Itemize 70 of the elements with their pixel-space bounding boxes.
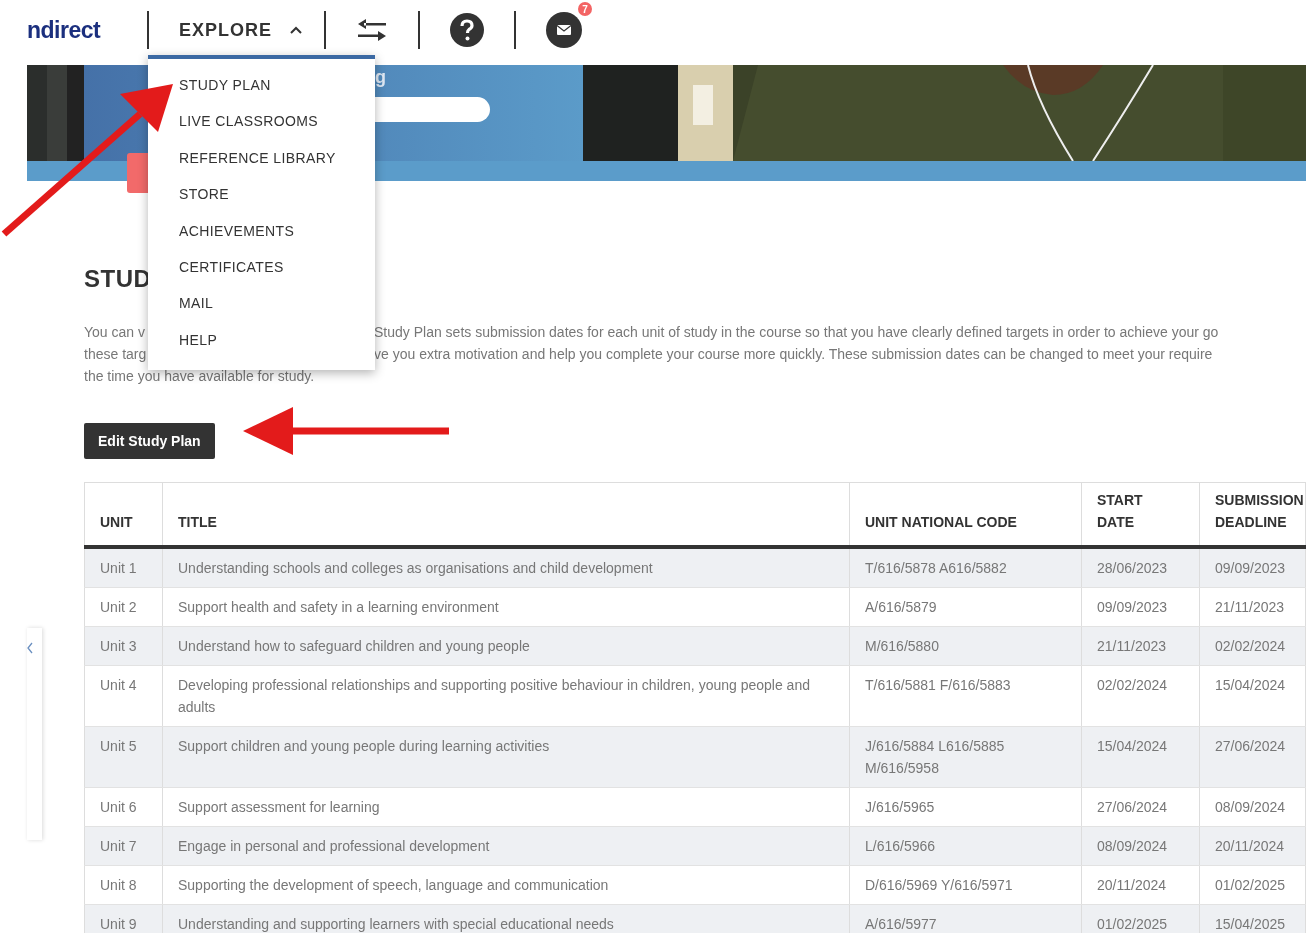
table-cell: Unit 8	[84, 865, 163, 905]
table-cell: Support health and safety in a learning environment	[162, 587, 850, 627]
table-cell: 02/02/2024	[1081, 665, 1200, 727]
table-cell: Unit 5	[84, 726, 163, 788]
caret-icon	[290, 26, 303, 34]
table-cell: Understanding and supporting learners with special educational needs	[162, 904, 850, 933]
edit-study-plan-button[interactable]: Edit Study Plan	[84, 423, 215, 459]
table-cell: D/616/5969 Y/616/5971	[849, 865, 1082, 905]
table-cell: 27/06/2024	[1081, 787, 1200, 827]
page-heading: STUD	[84, 265, 152, 294]
mail-icon[interactable]	[546, 12, 583, 48]
description-text: You can v	[84, 323, 145, 342]
menu-item[interactable]: LIVE CLASSROOMS	[179, 113, 319, 132]
table-cell: Unit 4	[84, 665, 163, 727]
table-cell: 21/11/2023	[1081, 626, 1200, 666]
table-cell: Understanding schools and colleges as organisations and child development	[162, 547, 850, 588]
menu-item[interactable]: STUDY PLAN	[179, 77, 271, 95]
menu-item[interactable]: REFERENCE LIBRARY	[179, 149, 336, 168]
menu-item[interactable]: HELP	[179, 331, 218, 350]
description-text: the time you have available for study.	[84, 367, 315, 386]
table-cell: T/616/5878 A616/5882	[849, 547, 1082, 588]
table-cell: Support assessment for learning	[162, 787, 850, 827]
table-cell: A/616/5977	[849, 904, 1082, 933]
table-cell: M/616/5880	[849, 626, 1082, 666]
help-icon[interactable]	[450, 13, 485, 47]
table-cell: 08/09/2024	[1081, 826, 1200, 866]
description-text: these targ	[84, 345, 147, 364]
table-cell: T/616/5881 F/616/5883	[849, 665, 1082, 727]
table-cell: Developing professional relationships and supporting positive behaviour in children, young people and adults	[162, 665, 850, 727]
table-cell: 21/11/2023	[1199, 587, 1306, 627]
table-cell: 28/06/2023	[1081, 547, 1200, 588]
table-cell: 20/11/2024	[1081, 865, 1200, 905]
table-cell: Support children and young people during learning activities	[162, 726, 850, 788]
table-cell: Unit 6	[84, 787, 163, 827]
table-cell: 09/09/2023	[1081, 587, 1200, 627]
table-cell: A/616/5879	[849, 587, 1082, 627]
table-cell: 15/04/2024	[1199, 665, 1306, 727]
table-cell: 15/04/2024	[1081, 726, 1200, 788]
table-cell: 27/06/2024	[1199, 726, 1306, 788]
tab-button[interactable]	[127, 153, 151, 193]
table-cell: L/616/5966	[849, 826, 1082, 866]
chevron-left-icon	[27, 642, 33, 654]
menu-item[interactable]: CERTIFICATES	[179, 258, 284, 277]
table-cell: Unit 3	[84, 626, 163, 666]
banner-heading: g	[375, 67, 386, 88]
switch-icon[interactable]	[356, 17, 389, 43]
table-cell: 09/09/2023	[1199, 547, 1306, 588]
table-cell: Unit 7	[84, 826, 163, 866]
menu-item[interactable]: ACHIEVEMENTS	[179, 222, 295, 241]
table-cell: Engage in personal and professional development	[162, 826, 850, 866]
table-cell: Unit 2	[84, 587, 163, 627]
table-cell: J/616/5884 L616/5885 M/616/5958	[849, 726, 1082, 788]
table-cell: Unit 9	[84, 904, 163, 933]
table-cell: Understand how to safeguard children and young people	[162, 626, 850, 666]
logo[interactable]: ndirect	[27, 16, 147, 44]
description-text: Study Plan sets submission dates for each unit of study in the course so that you have clearly defined targets in order to achieve your go	[374, 323, 1219, 342]
table-cell: J/616/5965	[849, 787, 1082, 827]
table-cell: 08/09/2024	[1199, 787, 1306, 827]
table-cell: 01/02/2025	[1199, 865, 1306, 905]
explore-menu-button[interactable]: EXPLORE	[149, 10, 325, 50]
menu-item[interactable]: MAIL	[179, 295, 214, 314]
table-cell: 01/02/2025	[1081, 904, 1200, 933]
table-cell: 02/02/2024	[1199, 626, 1306, 666]
table-cell: 15/04/2025	[1199, 904, 1306, 933]
notification-badge: 7	[578, 2, 593, 16]
table-cell: 20/11/2024	[1199, 826, 1306, 866]
description-text: ve you extra motivation and help you complete your course more quickly. These submission dates can be changed to meet your require	[374, 345, 1213, 364]
table-cell: Supporting the development of speech, language and communication	[162, 865, 850, 905]
table-cell: Unit 1	[84, 547, 163, 588]
menu-item[interactable]: STORE	[179, 186, 229, 205]
